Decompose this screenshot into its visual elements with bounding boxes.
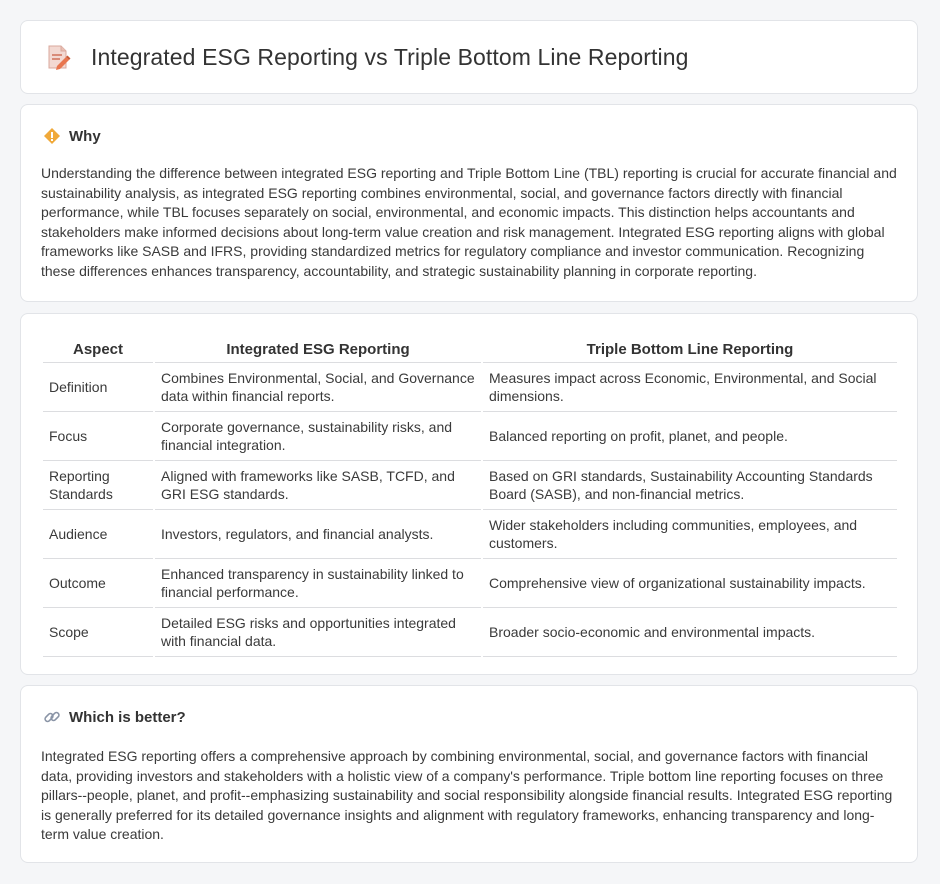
row-aspect: Audience	[43, 510, 153, 559]
row-aspect: Reporting Standards	[43, 461, 153, 510]
table-header-row: Aspect Integrated ESG Reporting Triple B…	[43, 332, 897, 363]
row-aspect: Scope	[43, 608, 153, 657]
row-integrated-esg: Enhanced transparency in sustainability …	[155, 559, 481, 608]
row-integrated-esg: Aligned with frameworks like SASB, TCFD,…	[155, 461, 481, 510]
comparison-section: Aspect Integrated ESG Reporting Triple B…	[20, 313, 918, 675]
row-triple-bottom-line: Measures impact across Economic, Environ…	[483, 363, 897, 412]
table-row: Scope Detailed ESG risks and opportuniti…	[43, 608, 897, 657]
row-aspect: Definition	[43, 363, 153, 412]
header-triple-bottom-line: Triple Bottom Line Reporting	[483, 332, 897, 363]
page-title: Integrated ESG Reporting vs Triple Botto…	[91, 43, 689, 70]
row-triple-bottom-line: Balanced reporting on profit, planet, an…	[483, 412, 897, 461]
row-triple-bottom-line: Comprehensive view of organizational sus…	[483, 559, 897, 608]
better-heading: Which is better?	[43, 708, 186, 726]
better-text: Integrated ESG reporting offers a compre…	[41, 748, 893, 842]
row-integrated-esg: Combines Environmental, Social, and Gove…	[155, 363, 481, 412]
table-row: Outcome Enhanced transparency in sustain…	[43, 559, 897, 608]
row-triple-bottom-line: Based on GRI standards, Sustainability A…	[483, 461, 897, 510]
title-row: Integrated ESG Reporting vs Triple Botto…	[45, 43, 689, 71]
row-integrated-esg: Detailed ESG risks and opportunities int…	[155, 608, 481, 657]
table-row: Audience Investors, regulators, and fina…	[43, 510, 897, 559]
better-title: Which is better?	[69, 708, 186, 726]
document-pencil-icon	[45, 43, 71, 71]
row-triple-bottom-line: Broader socio-economic and environmental…	[483, 608, 897, 657]
table-row: Reporting Standards Aligned with framewo…	[43, 461, 897, 510]
row-aspect: Outcome	[43, 559, 153, 608]
header-aspect: Aspect	[43, 332, 153, 363]
table-row: Definition Combines Environmental, Socia…	[43, 363, 897, 412]
table-row: Focus Corporate governance, sustainabili…	[43, 412, 897, 461]
which-is-better-section: Which is better? Integrated ESG reportin…	[20, 685, 918, 863]
row-aspect: Focus	[43, 412, 153, 461]
why-heading: Why	[43, 127, 101, 145]
row-integrated-esg: Corporate governance, sustainability ris…	[155, 412, 481, 461]
warning-diamond-icon	[43, 127, 61, 145]
row-triple-bottom-line: Wider stakeholders including communities…	[483, 510, 897, 559]
title-card: Integrated ESG Reporting vs Triple Botto…	[20, 20, 918, 94]
why-text: Understanding the difference between int…	[41, 165, 897, 279]
header-integrated-esg: Integrated ESG Reporting	[155, 332, 481, 363]
why-title: Why	[69, 127, 101, 145]
comparison-table: Aspect Integrated ESG Reporting Triple B…	[41, 332, 899, 657]
link-icon	[43, 708, 61, 726]
row-integrated-esg: Investors, regulators, and financial ana…	[155, 510, 481, 559]
why-section: Why Understanding the difference between…	[20, 104, 918, 302]
